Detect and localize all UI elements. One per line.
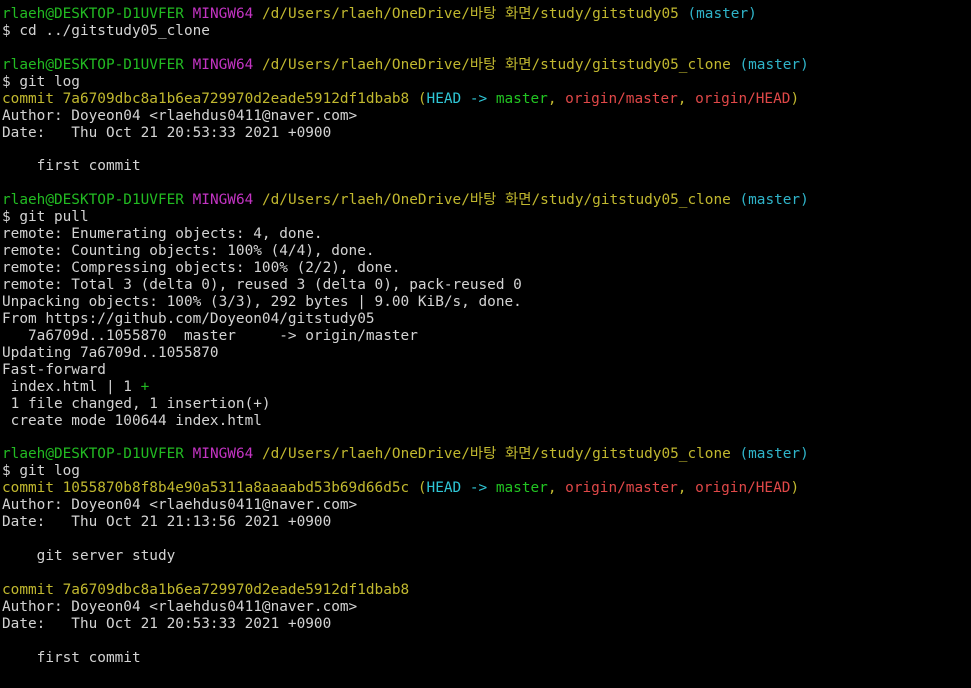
branch-indicator: (master) (739, 446, 809, 463)
output-line: Unpacking objects: 100% (3/3), 292 bytes… (2, 293, 522, 310)
diffstat-summary: 1 file changed, 1 insertion(+) (2, 395, 271, 412)
system-name: MINGW64 (192, 446, 254, 463)
commit-hash: commit 7a6709dbc8a1b6ea729970d2eade5912d… (2, 581, 410, 598)
create-mode-line: create mode 100644 index.html (2, 412, 262, 429)
commit-date: Date: Thu Oct 21 20:53:33 2021 +0900 (2, 124, 332, 141)
branch-indicator: (master) (687, 6, 757, 22)
origin-head-ref: origin/HEAD (695, 480, 791, 497)
output-line: 7a6709d..1055870 master -> origin/master (2, 327, 418, 344)
commit-author: Author: Doyeon04 <rlaehdus0411@naver.com… (2, 107, 358, 124)
output-line: From https://github.com/Doyeon04/gitstud… (2, 310, 375, 327)
current-path: /d/Users/rlaeh/OneDrive/바탕 화면/study/gits… (261, 6, 679, 22)
commit-hash: commit 1055870b8f8b4e90a5311a8aaaabd53b6… (2, 480, 410, 497)
master-ref: master (495, 480, 548, 497)
terminal-window[interactable]: rlaeh@DESKTOP-D1UVFER MINGW64 /d/Users/r… (0, 0, 971, 688)
command-line: $ git log (2, 463, 80, 480)
commit-message: first commit (2, 649, 141, 666)
commit-hash: commit 7a6709dbc8a1b6ea729970d2eade5912d… (2, 90, 410, 107)
output-line: remote: Compressing objects: 100% (2/2),… (2, 260, 401, 277)
user-host: rlaeh@DESKTOP-D1UVFER (2, 56, 184, 73)
prompt-line: rlaeh@DESKTOP-D1UVFER MINGW64 /d/Users/r… (2, 446, 971, 463)
commit-date: Date: Thu Oct 21 20:53:33 2021 +0900 (2, 615, 332, 632)
system-name: MINGW64 (192, 56, 254, 73)
user-host: rlaeh@DESKTOP-D1UVFER (2, 192, 184, 209)
origin-head-ref: origin/HEAD (695, 90, 791, 107)
commit-line: commit 7a6709dbc8a1b6ea729970d2eade5912d… (2, 582, 971, 599)
system-name: MINGW64 (192, 6, 254, 22)
commit-author: Author: Doyeon04 <rlaehdus0411@naver.com… (2, 497, 358, 514)
diffstat-line: index.html | 1 + (2, 378, 150, 395)
output-line: remote: Counting objects: 100% (4/4), do… (2, 243, 375, 260)
prompt-line: rlaeh@DESKTOP-D1UVFER MINGW64 /d/Users/r… (2, 192, 971, 209)
origin-master-ref: origin/master (565, 90, 678, 107)
output-line: remote: Total 3 (delta 0), reused 3 (del… (2, 277, 522, 293)
branch-indicator: (master) (739, 56, 809, 73)
prompt-line: rlaeh@DESKTOP-D1UVFER MINGW64 /d/Users/r… (2, 57, 971, 74)
current-path: /d/Users/rlaeh/OneDrive/바탕 화면/study/gits… (261, 192, 731, 209)
master-ref: master (495, 90, 548, 107)
head-ref: HEAD -> (426, 480, 496, 497)
system-name: MINGW64 (192, 192, 254, 209)
command-line: $ git log (2, 73, 80, 90)
command-line: $ cd ../gitstudy05_clone (2, 22, 210, 39)
head-ref: HEAD -> (426, 90, 496, 107)
branch-indicator: (master) (739, 192, 809, 209)
user-host: rlaeh@DESKTOP-D1UVFER (2, 6, 184, 22)
commit-message: first commit (2, 158, 141, 175)
commit-line: commit 1055870b8f8b4e90a5311a8aaaabd53b6… (2, 480, 800, 497)
current-path: /d/Users/rlaeh/OneDrive/바탕 화면/study/gits… (261, 56, 731, 73)
commit-author: Author: Doyeon04 <rlaehdus0411@naver.com… (2, 598, 358, 615)
user-host: rlaeh@DESKTOP-D1UVFER (2, 446, 184, 463)
output-line: Fast-forward (2, 361, 106, 378)
prompt-line: rlaeh@DESKTOP-D1UVFER MINGW64 /d/Users/r… (2, 6, 971, 23)
origin-master-ref: origin/master (565, 480, 678, 497)
commit-date: Date: Thu Oct 21 21:13:56 2021 +0900 (2, 514, 332, 531)
output-line: remote: Enumerating objects: 4, done. (2, 226, 323, 243)
insertion-marker: + (140, 378, 150, 395)
current-path: /d/Users/rlaeh/OneDrive/바탕 화면/study/gits… (261, 446, 731, 463)
commit-line: commit 7a6709dbc8a1b6ea729970d2eade5912d… (2, 90, 800, 107)
output-line: Updating 7a6709d..1055870 (2, 344, 219, 361)
commit-message: git server study (2, 548, 176, 564)
command-line: $ git pull (2, 209, 89, 226)
